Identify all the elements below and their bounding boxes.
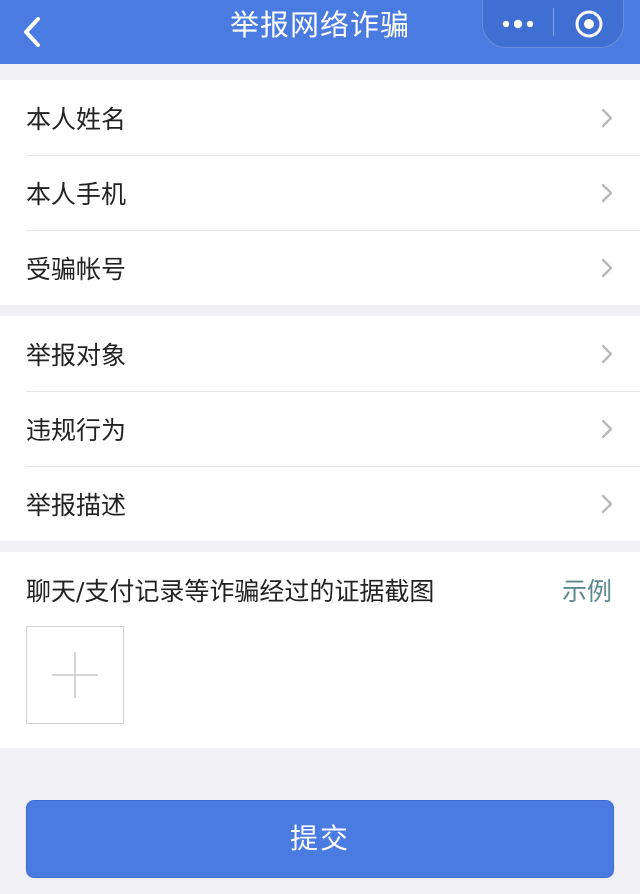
evidence-title: 聊天/支付记录等诈骗经过的证据截图 (26, 577, 435, 606)
row-name[interactable]: 本人姓名 (0, 80, 640, 155)
row-label: 举报对象 (26, 340, 127, 370)
report-details-group: 举报对象 违规行为 举报描述 (0, 316, 640, 541)
row-label: 违规行为 (26, 415, 127, 445)
more-dots-icon (502, 19, 534, 29)
row-label: 本人手机 (26, 179, 127, 209)
row-label: 本人姓名 (26, 104, 127, 134)
plus-icon (52, 652, 98, 698)
chevron-right-icon (601, 494, 613, 514)
row-label: 举报描述 (26, 490, 127, 520)
submit-button[interactable]: 提交 (26, 800, 614, 878)
chevron-right-icon (601, 419, 613, 439)
nav-bar: 举报网络诈骗 (0, 0, 640, 64)
row-phone[interactable]: 本人手机 (0, 155, 640, 230)
chevron-right-icon (601, 183, 613, 203)
mini-program-capsule (482, 0, 624, 48)
chevron-right-icon (601, 258, 613, 278)
target-close-icon (575, 10, 603, 38)
row-report-target[interactable]: 举报对象 (0, 316, 640, 391)
example-link[interactable]: 示例 (562, 572, 612, 608)
personal-info-group: 本人姓名 本人手机 受骗帐号 (0, 80, 640, 305)
more-button[interactable] (483, 0, 553, 48)
chevron-right-icon (601, 108, 613, 128)
close-button[interactable] (554, 0, 624, 48)
row-defrauded-account[interactable]: 受骗帐号 (0, 230, 640, 305)
row-description[interactable]: 举报描述 (0, 466, 640, 541)
row-label: 受骗帐号 (26, 254, 127, 284)
row-violation[interactable]: 违规行为 (0, 391, 640, 466)
chevron-right-icon (601, 344, 613, 364)
add-image-button[interactable] (26, 626, 124, 724)
